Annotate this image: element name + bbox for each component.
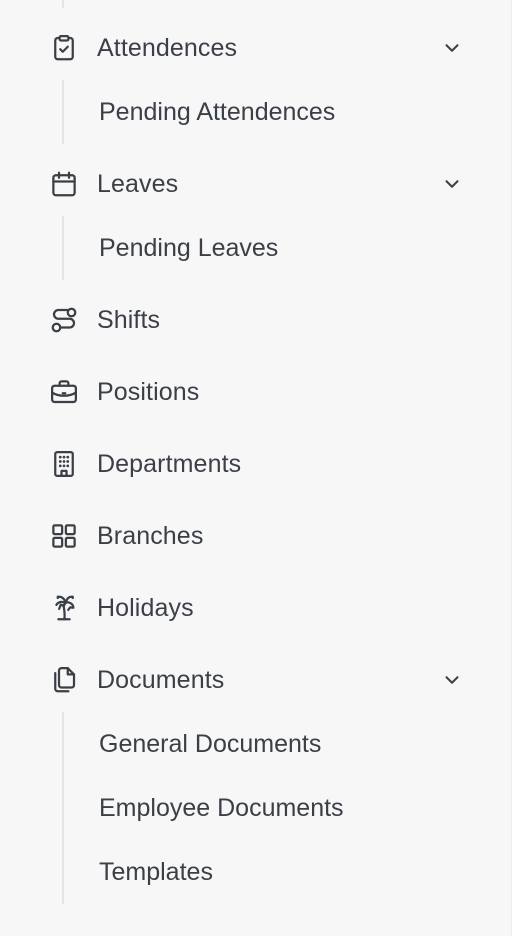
sidebar-subitem-label: Pending Leaves (99, 233, 279, 262)
sidebar-item-label: Departments (97, 449, 242, 478)
submenu-guide-line (62, 0, 64, 8)
sidebar-item-label: Shifts (97, 305, 161, 334)
sidebar-item-holidays[interactable]: Holidays (0, 580, 512, 636)
chevron-down-icon[interactable] (438, 34, 466, 62)
sidebar-item-label: Leaves (97, 169, 179, 198)
building-icon (48, 448, 80, 480)
clipboard-check-icon (48, 32, 80, 64)
sidebar-subitem-label: Templates (99, 857, 213, 886)
sidebar-subitem-templates[interactable]: Templates (64, 846, 504, 898)
sidebar-item-label: Branches (97, 521, 204, 550)
route-icon (48, 304, 80, 336)
sidebar-subitem-label: General Documents (99, 729, 322, 758)
calendar-icon (48, 168, 80, 200)
sidebar-subitem-pending-attendences[interactable]: Pending Attendences (64, 86, 504, 138)
sidebar-item-documents[interactable]: Documents (0, 652, 512, 708)
sidebar-item-leaves[interactable]: Leaves (0, 156, 512, 212)
grid-icon (48, 520, 80, 552)
sidebar-item-positions[interactable]: Positions (0, 364, 512, 420)
sidebar-subitem-pending-leaves[interactable]: Pending Leaves (64, 222, 504, 274)
chevron-down-icon[interactable] (438, 170, 466, 198)
sidebar-item-label: Positions (97, 377, 200, 406)
sidebar-item-departments[interactable]: Departments (0, 436, 512, 492)
sidebar-subitem-label: Pending Attendences (99, 97, 336, 126)
files-icon (48, 664, 80, 696)
sidebar-item-branches[interactable]: Branches (0, 508, 512, 564)
sidebar-item-attendences[interactable]: Attendences (0, 20, 512, 76)
sidebar-subitem-general-documents[interactable]: General Documents (64, 718, 504, 770)
sidebar-subitem-label: Employee Documents (99, 793, 344, 822)
briefcase-icon (48, 376, 80, 408)
sidebar-item-label: Documents (97, 665, 225, 694)
sidebar-item-label: Attendences (97, 33, 238, 62)
chevron-down-icon[interactable] (438, 666, 466, 694)
sidebar-subitem-employee-documents[interactable]: Employee Documents (64, 782, 504, 834)
palm-tree-icon (48, 592, 80, 624)
sidebar-item-label: Holidays (97, 593, 194, 622)
sidebar-item-shifts[interactable]: Shifts (0, 292, 512, 348)
